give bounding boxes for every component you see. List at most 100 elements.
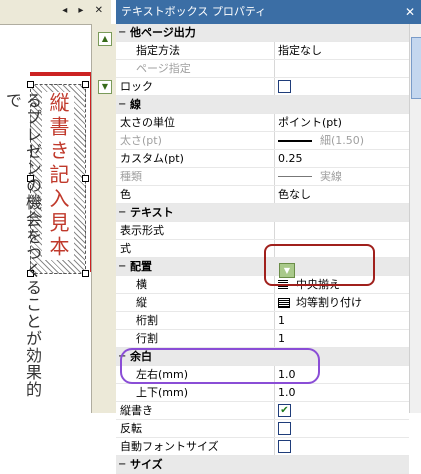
- column-divider: [274, 78, 275, 95]
- property-row[interactable]: 指定方法 指定なし: [116, 42, 409, 60]
- property-row[interactable]: 反転: [116, 420, 409, 438]
- property-row[interactable]: 行割 1: [116, 330, 409, 348]
- property-label: 太さの単位: [120, 116, 175, 129]
- distribute-icon: [278, 298, 290, 308]
- body-text-column: るプレゼンの機会をつくることが効果的で: [3, 92, 42, 398]
- tab-nav-buttons[interactable]: ◂ ▸ ✕: [62, 5, 107, 16]
- column-divider: [274, 186, 275, 203]
- collapse-toggle-icon[interactable]: −: [118, 96, 126, 113]
- collapse-toggle-icon[interactable]: −: [118, 348, 126, 365]
- collapse-toggle-icon[interactable]: −: [118, 24, 126, 41]
- property-label: 反転: [120, 422, 142, 435]
- property-value[interactable]: 1: [278, 312, 285, 329]
- property-label: 式: [120, 242, 131, 255]
- resize-handle-mr[interactable]: [82, 175, 89, 182]
- column-divider: [274, 294, 275, 311]
- resize-handle-tr[interactable]: [82, 81, 89, 88]
- property-checkbox[interactable]: ✔: [278, 404, 291, 417]
- column-divider: [274, 114, 275, 131]
- column-divider: [274, 150, 275, 167]
- property-label: 他ページ出力: [130, 26, 196, 39]
- property-label: 色: [120, 188, 131, 201]
- property-row[interactable]: 横 中央揃え: [116, 276, 409, 294]
- textbox-property-panel: テキストボックス プロパティ ✕ − 他ページ出力 指定方法 指定なし ページ指定 ロック…: [116, 0, 421, 474]
- property-section[interactable]: − サイズ: [116, 456, 409, 474]
- collapse-toggle-icon[interactable]: −: [118, 204, 126, 221]
- column-divider: [274, 240, 275, 257]
- property-row[interactable]: 縦 均等割り付け: [116, 294, 409, 312]
- property-label: ページ指定: [136, 62, 191, 75]
- property-checkbox[interactable]: [278, 422, 291, 435]
- property-row[interactable]: 種類 実線: [116, 168, 409, 186]
- property-value[interactable]: 中央揃え: [296, 276, 340, 293]
- collapse-toggle-icon[interactable]: −: [118, 456, 126, 473]
- property-label: 自動フォントサイズ: [120, 440, 219, 453]
- property-label: 縦書き: [120, 404, 153, 417]
- property-label: 種類: [120, 170, 142, 183]
- property-row[interactable]: ロック: [116, 78, 409, 96]
- property-row[interactable]: ページ指定: [116, 60, 409, 78]
- resize-handle-br[interactable]: [82, 270, 89, 277]
- property-checkbox[interactable]: [278, 440, 291, 453]
- line-weight-icon: [278, 140, 312, 142]
- property-row[interactable]: 太さ(pt) 細(1.50): [116, 132, 409, 150]
- property-value[interactable]: ポイント(pt): [278, 114, 342, 131]
- property-label: 太さ(pt): [120, 134, 162, 147]
- property-label: 表示形式: [120, 224, 164, 237]
- line-style-icon: [278, 176, 312, 177]
- property-label: テキスト: [130, 206, 174, 219]
- property-value[interactable]: 1.0: [278, 384, 296, 401]
- column-divider: [274, 60, 275, 77]
- property-checkbox[interactable]: [278, 80, 291, 93]
- panel-scrollbar[interactable]: [409, 24, 421, 413]
- panel-gutter: ▲ ▼: [91, 24, 117, 413]
- property-label: 指定方法: [136, 44, 180, 57]
- dropdown-arrow-icon[interactable]: ▼: [279, 263, 295, 278]
- property-row[interactable]: 縦書き ✔: [116, 402, 409, 420]
- panel-title: テキストボックス プロパティ: [121, 5, 267, 18]
- property-value[interactable]: 0.25: [278, 150, 303, 167]
- property-section[interactable]: − 線: [116, 96, 409, 114]
- panel-title-bar: テキストボックス プロパティ ✕: [116, 0, 421, 24]
- column-divider: [274, 222, 275, 239]
- canvas-tabbar: ◂ ▸ ✕: [0, 0, 111, 25]
- property-row[interactable]: 式: [116, 240, 409, 258]
- property-row[interactable]: 色 色なし: [116, 186, 409, 204]
- scrollbar-thumb[interactable]: [411, 37, 421, 99]
- column-divider: [274, 402, 275, 419]
- property-section[interactable]: − 余白: [116, 348, 409, 366]
- property-row[interactable]: カスタム(pt) 0.25: [116, 150, 409, 168]
- property-section[interactable]: − 配置: [116, 258, 409, 276]
- property-value[interactable]: 実線: [320, 168, 342, 185]
- column-divider: [274, 330, 275, 347]
- resize-handle-tl[interactable]: [27, 81, 34, 88]
- column-divider: [274, 132, 275, 149]
- property-value[interactable]: 1: [278, 330, 285, 347]
- column-divider: [274, 168, 275, 185]
- close-icon[interactable]: ✕: [405, 0, 415, 24]
- property-label: サイズ: [130, 458, 163, 471]
- property-row[interactable]: 自動フォントサイズ: [116, 438, 409, 456]
- property-row[interactable]: 桁割 1: [116, 312, 409, 330]
- property-section[interactable]: − 他ページ出力: [116, 24, 409, 42]
- property-value[interactable]: 細(1.50): [320, 132, 364, 149]
- property-label: 縦: [136, 296, 147, 309]
- column-divider: [274, 42, 275, 59]
- property-row[interactable]: 表示形式: [116, 222, 409, 240]
- expand-icon[interactable]: ▼: [98, 80, 112, 94]
- property-row[interactable]: 上下(mm) 1.0: [116, 384, 409, 402]
- column-divider: [274, 312, 275, 329]
- property-value[interactable]: 色なし: [278, 186, 311, 203]
- property-label: 上下(mm): [136, 386, 189, 399]
- property-label: 余白: [130, 350, 152, 363]
- property-label: 行割: [136, 332, 158, 345]
- property-label: 線: [130, 98, 141, 111]
- collapse-toggle-icon[interactable]: −: [118, 258, 126, 275]
- property-section[interactable]: − テキスト: [116, 204, 409, 222]
- property-row[interactable]: 左右(mm) 1.0: [116, 366, 409, 384]
- property-row[interactable]: 太さの単位 ポイント(pt): [116, 114, 409, 132]
- collapse-icon[interactable]: ▲: [98, 32, 112, 46]
- property-value[interactable]: 1.0: [278, 366, 296, 383]
- property-value[interactable]: 均等割り付け: [296, 294, 362, 311]
- property-value[interactable]: 指定なし: [278, 42, 322, 59]
